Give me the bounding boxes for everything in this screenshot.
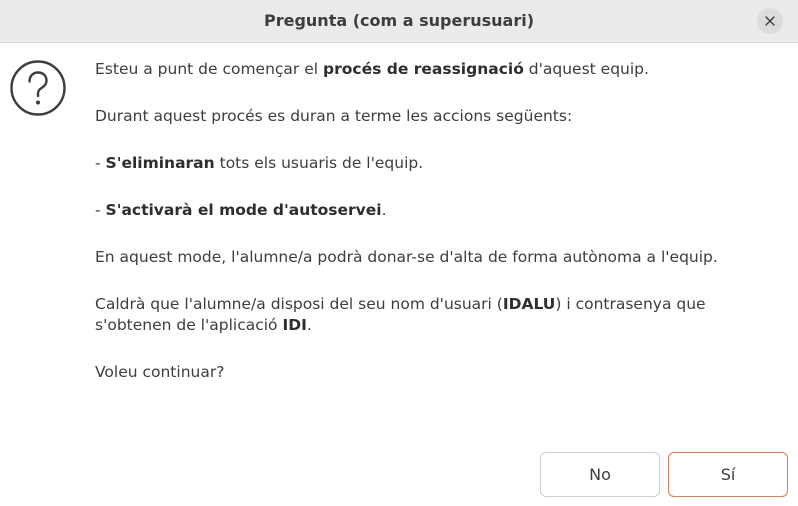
window-title: Pregunta (com a superusuari) (263, 11, 534, 30)
question-icon (9, 59, 67, 117)
message-action-self-service: - S'activarà el mode d'autoservei. (95, 201, 387, 219)
titlebar: Pregunta (com a superusuari) (0, 0, 798, 43)
yes-button[interactable]: Sí (668, 452, 788, 497)
message-mode-description: En aquest mode, l'alumne/a podrà donar-s… (95, 248, 718, 266)
message-actions-intro: Durant aquest procés es duran a terme le… (95, 107, 573, 125)
message-credentials: Caldrà que l'alumne/a disposi del seu no… (95, 295, 706, 334)
message-intro: Esteu a punt de començar el procés de re… (95, 60, 649, 78)
dialog-message: Esteu a punt de començar el procés de re… (95, 59, 775, 409)
dialog-window: Pregunta (com a superusuari) Esteu a pun… (0, 0, 798, 506)
close-icon (765, 16, 775, 26)
message-action-delete-users: - S'eliminaran tots els usuaris de l'equ… (95, 154, 424, 172)
message-confirm-question: Voleu continuar? (95, 363, 225, 381)
no-button[interactable]: No (540, 452, 660, 497)
close-button[interactable] (757, 8, 783, 34)
